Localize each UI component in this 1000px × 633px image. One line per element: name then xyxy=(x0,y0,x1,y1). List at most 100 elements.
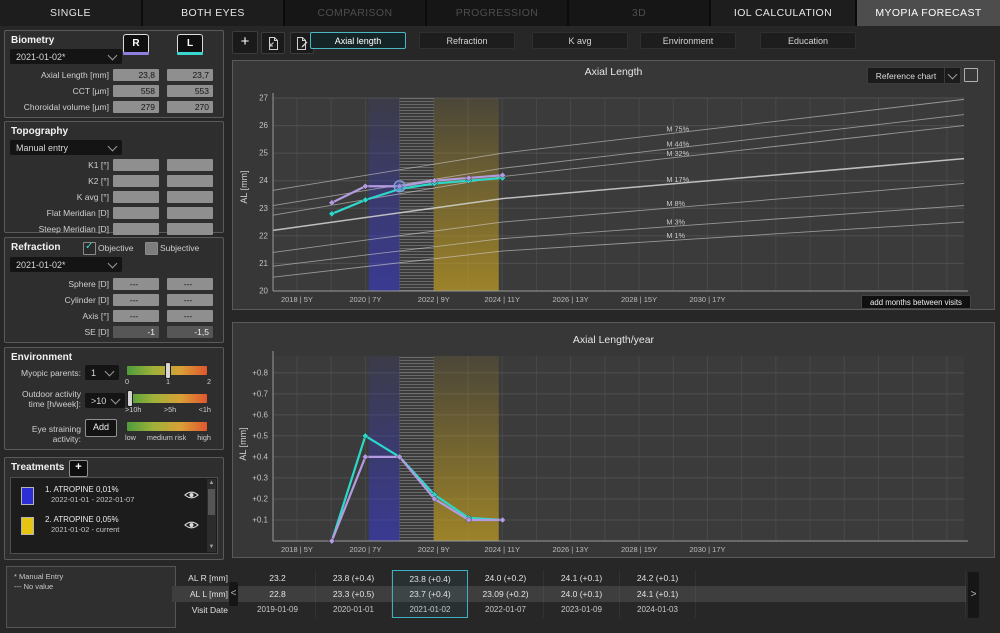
add-activity-button[interactable]: Add xyxy=(85,419,117,437)
add-treatment-button[interactable]: + xyxy=(69,460,88,477)
left-eye-button[interactable]: L xyxy=(177,34,203,54)
nav-myopia-forecast[interactable]: MYOPIA FORECAST xyxy=(857,0,1000,26)
se-r-field[interactable]: -1 xyxy=(113,326,159,338)
table-cell[interactable]: 24.2 (+0.1) xyxy=(620,570,696,586)
reference-chart-chevron[interactable] xyxy=(944,67,961,84)
environment-panel: Environment Myopic parents: 1 0 1 2 Outd… xyxy=(4,347,224,450)
table-cell-selected[interactable]: 23.8 (+0.4) xyxy=(392,570,468,586)
choroidal-l-field[interactable]: 270 xyxy=(167,101,213,113)
tab-environment[interactable]: Environment xyxy=(640,32,736,49)
table-cell[interactable]: 23.3 (+0.5) xyxy=(316,586,392,602)
nav-progression[interactable]: PROGRESSION xyxy=(427,0,567,26)
kavg-l-field[interactable] xyxy=(167,191,213,203)
biometry-visit-dropdown[interactable]: 2021-01-02* xyxy=(10,49,122,64)
add-months-button[interactable]: add months between visits xyxy=(861,295,971,309)
scrollbar-thumb[interactable] xyxy=(208,489,215,515)
table-cell[interactable]: 23.09 (+0.2) xyxy=(468,586,544,602)
choroidal-r-field[interactable]: 279 xyxy=(113,101,159,113)
axial-length-year-chart[interactable]: +0.1+0.2+0.3+0.4+0.5+0.6+0.7+0.82018 | 5… xyxy=(233,323,994,557)
tab-axial-length[interactable]: Axial length xyxy=(310,32,406,49)
k1-l-field[interactable] xyxy=(167,159,213,171)
cct-label: CCT [µm] xyxy=(7,86,109,96)
topography-source-dropdown[interactable]: Manual entry xyxy=(10,140,122,155)
cylinder-r-field[interactable]: --- xyxy=(113,294,159,306)
add-visit-button[interactable]: + xyxy=(232,31,258,54)
k2-r-field[interactable] xyxy=(113,175,159,187)
myopic-parents-slider[interactable] xyxy=(127,366,207,375)
subjective-label: Subjective xyxy=(160,243,215,253)
sphere-l-field[interactable]: --- xyxy=(167,278,213,290)
outdoor-activity-slider[interactable] xyxy=(127,394,207,403)
svg-text:2024 | 11Y: 2024 | 11Y xyxy=(484,295,520,304)
table-scroll-left[interactable]: < xyxy=(229,582,238,606)
table-cell[interactable]: 24.0 (+0.2) xyxy=(468,570,544,586)
kavg-label: K avg [°] xyxy=(7,192,109,202)
table-cell[interactable]: 24.1 (+0.1) xyxy=(620,586,696,602)
nav-single[interactable]: SINGLE xyxy=(0,0,141,26)
cct-r-field[interactable]: 558 xyxy=(113,85,159,97)
visit-date-cell[interactable]: 2019-01-09 xyxy=(240,602,316,618)
visibility-eye-icon[interactable] xyxy=(184,489,199,501)
flat-meridian-l-field[interactable] xyxy=(167,207,213,219)
treatments-scrollbar[interactable]: ▲ ▼ xyxy=(207,479,216,552)
cct-l-field[interactable]: 553 xyxy=(167,85,213,97)
report-download-icon[interactable] xyxy=(261,32,285,54)
chevron-down-icon xyxy=(948,69,958,79)
reference-chart-checkbox[interactable] xyxy=(964,68,978,82)
nav-3d[interactable]: 3D xyxy=(569,0,709,26)
axis-r-field[interactable]: --- xyxy=(113,310,159,322)
k1-r-field[interactable] xyxy=(113,159,159,171)
table-scroll-right[interactable]: > xyxy=(968,572,979,618)
sphere-r-field[interactable]: --- xyxy=(113,278,159,290)
flat-meridian-r-field[interactable] xyxy=(113,207,159,219)
eye-straining-riskbar xyxy=(127,422,207,431)
k2-l-field[interactable] xyxy=(167,175,213,187)
reference-chart-dropdown[interactable]: Reference chart xyxy=(867,67,945,84)
visit-date-cell-selected[interactable]: 2021-01-02 xyxy=(392,602,468,618)
table-cell[interactable]: 24.0 (+0.1) xyxy=(544,586,620,602)
table-cell[interactable]: 22.8 xyxy=(240,586,316,602)
visit-date-cell[interactable]: 2022-01-07 xyxy=(468,602,544,618)
axial-length-l-field[interactable]: 23,7 xyxy=(167,69,213,81)
outdoor-activity-select[interactable]: >10 xyxy=(85,393,125,408)
axis-l-field[interactable]: --- xyxy=(167,310,213,322)
table-cell[interactable]: 23.2 xyxy=(240,570,316,586)
table-cell-selected[interactable]: 23.7 (+0.4) xyxy=(392,586,468,602)
refraction-visit-dropdown[interactable]: 2021-01-02* xyxy=(10,257,122,272)
subjective-checkbox[interactable] xyxy=(145,242,158,255)
right-eye-underline xyxy=(123,52,149,55)
visit-date-cell[interactable]: 2024-01-03 xyxy=(620,602,696,618)
svg-text:M 75%: M 75% xyxy=(666,125,689,134)
tab-k-avg[interactable]: K avg xyxy=(532,32,628,49)
chevron-down-icon xyxy=(108,50,118,60)
visibility-eye-icon[interactable] xyxy=(184,519,199,531)
table-cell[interactable]: 23.8 (+0.4) xyxy=(316,570,392,586)
treatment-period: 2022-01-01 - 2022-01-07 xyxy=(51,495,134,504)
treatment-item[interactable]: 2. ATROPINE 0,05% 2021-01-02 - current xyxy=(13,511,204,540)
objective-checkbox[interactable] xyxy=(83,242,96,255)
nav-comparison[interactable]: COMPARISON xyxy=(285,0,425,26)
tab-education[interactable]: Education xyxy=(760,32,856,49)
axis-label: Axis [°] xyxy=(7,311,109,321)
visit-date-cell[interactable]: 2023-01-09 xyxy=(544,602,620,618)
myopic-parents-label: Myopic parents: xyxy=(7,368,81,378)
sphere-label: Sphere [D] xyxy=(7,279,109,289)
axial-length-chart[interactable]: 2021222324252627M 75%M 44%M 32%M 17%M 8%… xyxy=(233,61,994,309)
treatment-item[interactable]: 1. ATROPINE 0,01% 2022-01-01 - 2022-01-0… xyxy=(13,481,204,510)
axial-length-r-field[interactable]: 23,8 xyxy=(113,69,159,81)
nav-both-eyes[interactable]: BOTH EYES xyxy=(143,0,283,26)
steep-meridian-r-field[interactable] xyxy=(113,223,159,235)
svg-text:2018 | 5Y: 2018 | 5Y xyxy=(281,545,313,554)
nav-iol-calculation[interactable]: IOL CALCULATION xyxy=(711,0,855,26)
right-eye-button[interactable]: R xyxy=(123,34,149,54)
table-cell[interactable]: 24.1 (+0.1) xyxy=(544,570,620,586)
se-l-field[interactable]: -1,5 xyxy=(167,326,213,338)
visit-date-cell[interactable]: 2020-01-01 xyxy=(316,602,392,618)
scroll-down-icon[interactable]: ▼ xyxy=(207,543,216,552)
myopic-parents-select[interactable]: 1 xyxy=(85,365,119,380)
steep-meridian-l-field[interactable] xyxy=(167,223,213,235)
kavg-r-field[interactable] xyxy=(113,191,159,203)
cylinder-l-field[interactable]: --- xyxy=(167,294,213,306)
scroll-up-icon[interactable]: ▲ xyxy=(207,479,216,488)
tab-refraction[interactable]: Refraction xyxy=(419,32,515,49)
